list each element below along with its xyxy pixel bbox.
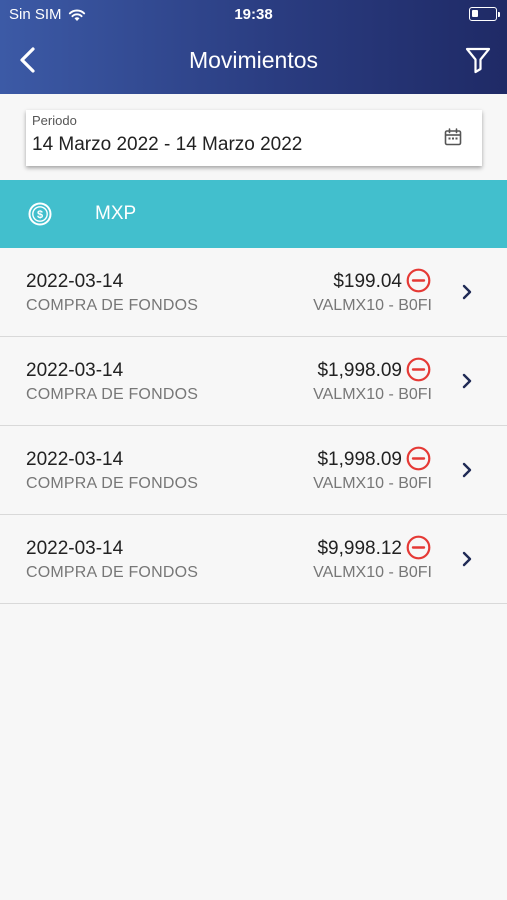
app-header: Sin SIM 19:38 Movimientos — [0, 0, 507, 94]
chevron-right-icon — [462, 284, 472, 300]
dollar-coin-icon: $ — [28, 202, 52, 226]
svg-text:$: $ — [37, 209, 43, 221]
transaction-row[interactable]: 2022-03-14 COMPRA DE FONDOS $1,998.09 VA… — [0, 426, 507, 515]
currency-label: MXP — [95, 203, 137, 224]
chevron-right-icon — [462, 551, 472, 567]
minus-circle-icon — [406, 446, 431, 471]
minus-circle-icon — [406, 268, 431, 293]
transaction-amount: $9,998.12 — [317, 538, 402, 559]
calendar-icon[interactable] — [444, 128, 462, 146]
filter-button[interactable] — [465, 46, 491, 74]
minus-circle-icon — [406, 535, 431, 560]
chevron-right-icon — [462, 373, 472, 389]
period-label: Periodo — [32, 113, 77, 128]
transaction-fund: VALMX10 - B0FI — [313, 564, 432, 581]
currency-bar[interactable]: $ MXP — [0, 180, 507, 248]
transaction-row[interactable]: 2022-03-14 COMPRA DE FONDOS $199.04 VALM… — [0, 248, 507, 337]
transaction-row[interactable]: 2022-03-14 COMPRA DE FONDOS $9,998.12 VA… — [0, 515, 507, 604]
transaction-type: COMPRA DE FONDOS — [26, 564, 199, 581]
period-value: 14 Marzo 2022 - 14 Marzo 2022 — [32, 134, 303, 155]
chevron-right-icon — [462, 462, 472, 478]
transaction-date: 2022-03-14 — [26, 449, 124, 470]
transaction-amount: $1,998.09 — [317, 449, 402, 470]
filter-funnel-icon — [465, 47, 491, 74]
transaction-fund: VALMX10 - B0FI — [313, 475, 432, 492]
transaction-type: COMPRA DE FONDOS — [26, 475, 199, 492]
page-title: Movimientos — [188, 47, 319, 73]
transaction-date: 2022-03-14 — [26, 271, 124, 292]
minus-circle-icon — [406, 357, 431, 382]
battery-icon — [469, 7, 500, 21]
transaction-date: 2022-03-14 — [26, 360, 124, 381]
transactions-list: 2022-03-14 COMPRA DE FONDOS $199.04 VALM… — [0, 248, 507, 604]
period-selector[interactable]: Periodo 14 Marzo 2022 - 14 Marzo 2022 — [26, 110, 482, 166]
transaction-amount: $199.04 — [333, 271, 402, 292]
transaction-fund: VALMX10 - B0FI — [313, 297, 432, 314]
transaction-fund: VALMX10 - B0FI — [313, 386, 432, 403]
status-time: 19:38 — [234, 6, 273, 23]
transaction-row[interactable]: 2022-03-14 COMPRA DE FONDOS $1,998.09 VA… — [0, 337, 507, 426]
transaction-type: COMPRA DE FONDOS — [26, 386, 199, 403]
transaction-amount: $1,998.09 — [317, 360, 402, 381]
transaction-type: COMPRA DE FONDOS — [26, 297, 199, 314]
nav-bar: Movimientos — [0, 30, 507, 90]
transaction-date: 2022-03-14 — [26, 538, 124, 559]
status-bar: Sin SIM 19:38 — [0, 0, 507, 30]
